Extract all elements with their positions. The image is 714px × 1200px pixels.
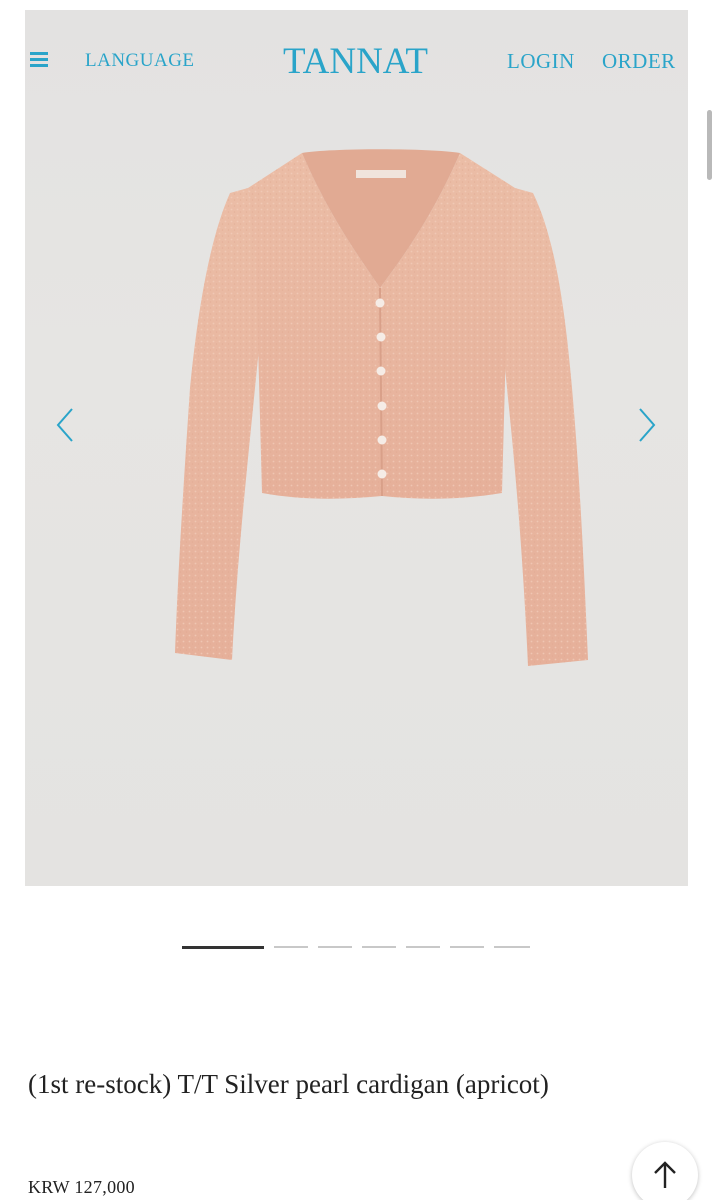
arrow-up-icon xyxy=(654,1161,676,1188)
chevron-right-icon xyxy=(639,408,656,442)
page-scrollbar[interactable] xyxy=(707,110,712,180)
prev-slide-button[interactable] xyxy=(50,405,80,445)
product-price: KRW 127,000 xyxy=(28,1177,135,1197)
slide-dot[interactable] xyxy=(318,946,352,948)
product-title: (1st re-stock) T/T Silver pearl cardigan… xyxy=(28,1069,549,1099)
site-header: LANGUAGE TANNAT LOGIN ORDER xyxy=(25,38,688,84)
slide-dot[interactable] xyxy=(182,946,264,949)
scroll-to-top-button[interactable] xyxy=(632,1142,698,1200)
slide-dot[interactable] xyxy=(362,946,396,948)
slide-dot[interactable] xyxy=(450,946,484,948)
slide-dot[interactable] xyxy=(494,946,530,948)
slide-dot[interactable] xyxy=(274,946,308,948)
order-link[interactable]: ORDER xyxy=(602,49,676,74)
slide-dot[interactable] xyxy=(406,946,440,948)
login-link[interactable]: LOGIN xyxy=(507,49,575,74)
brand-logo[interactable]: TANNAT xyxy=(283,40,428,83)
chevron-left-icon xyxy=(56,408,73,442)
hamburger-menu-icon[interactable] xyxy=(30,52,48,68)
product-page: LANGUAGE TANNAT LOGIN ORDER (1st re-stoc… xyxy=(0,0,714,1200)
next-slide-button[interactable] xyxy=(632,405,662,445)
language-link[interactable]: LANGUAGE xyxy=(85,50,195,72)
product-image[interactable] xyxy=(25,10,688,886)
cardigan-image xyxy=(175,149,588,666)
